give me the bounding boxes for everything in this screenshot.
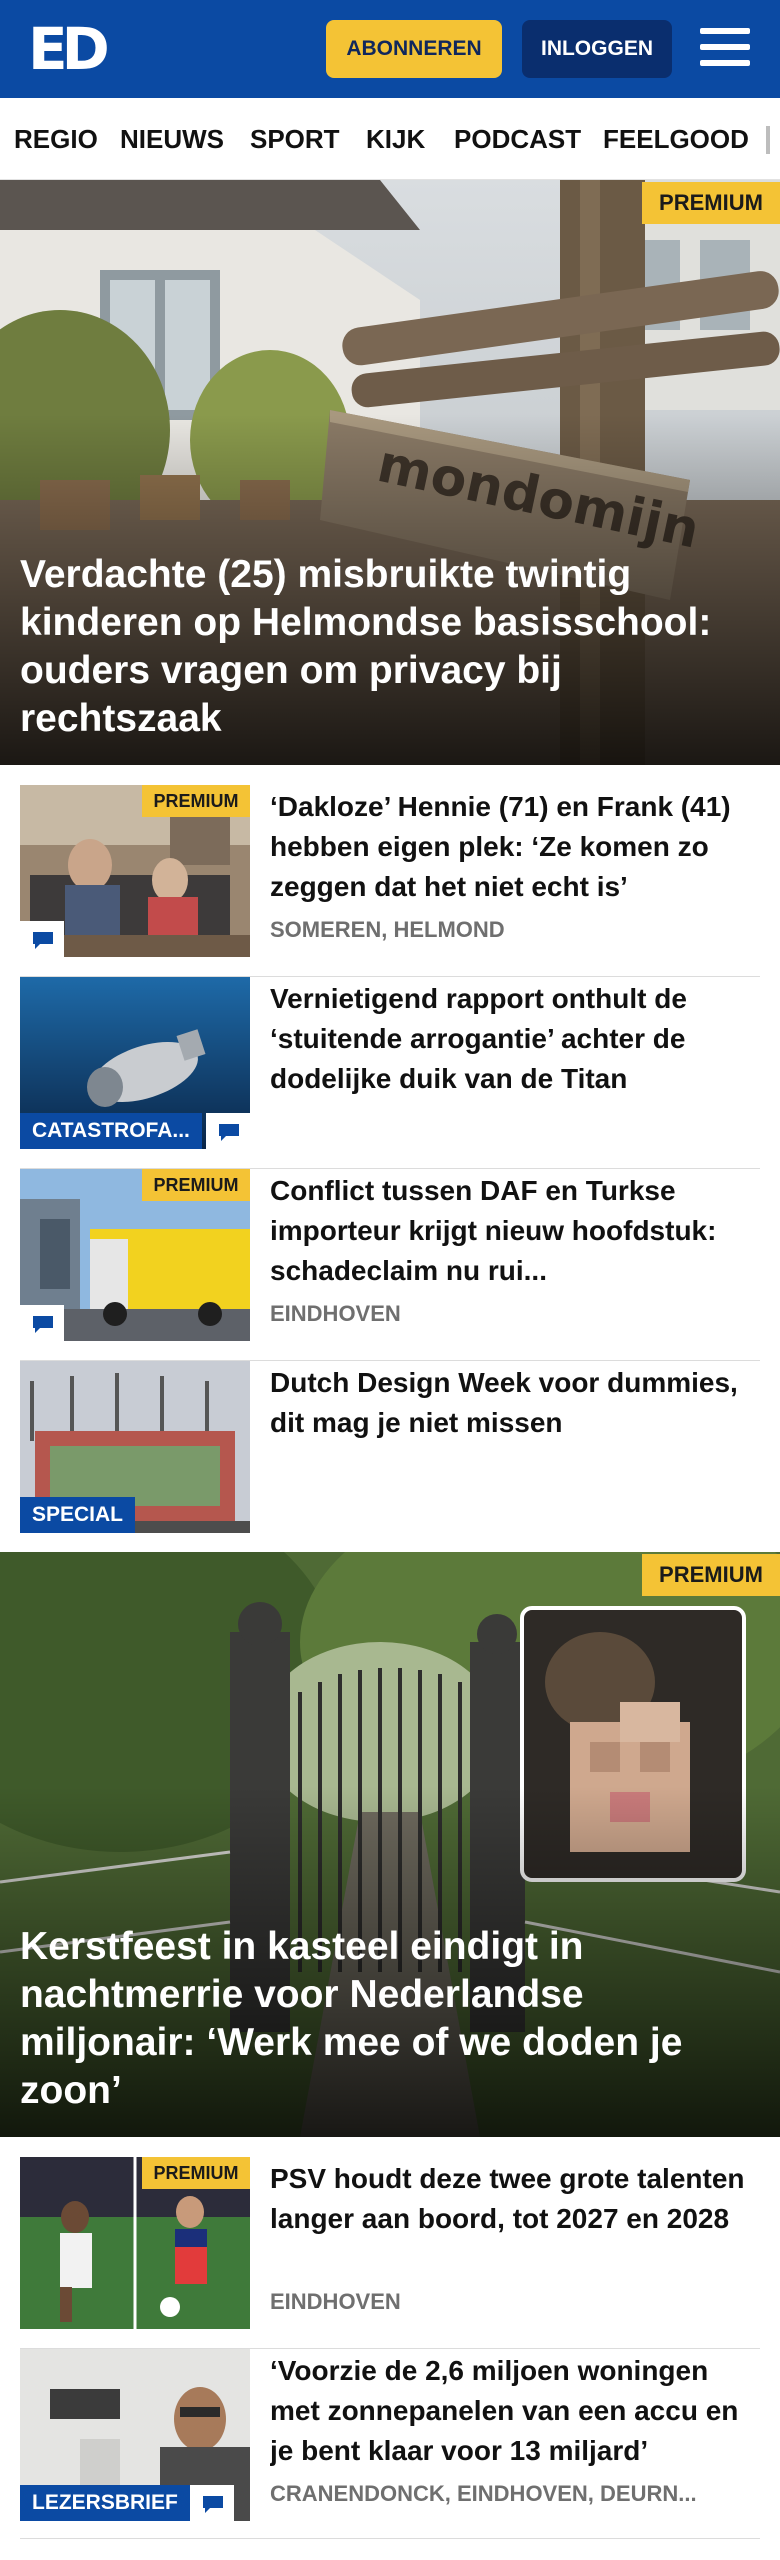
article-5-location: EINDHOVEN	[270, 2289, 401, 2314]
article-1-thumbnail[interactable]: PREMIUM	[20, 785, 250, 957]
article-6-title[interactable]: ‘Voorzie de 2,6 miljoen woningen met zon…	[270, 2351, 760, 2471]
article-3-title[interactable]: Conflict tussen DAF en Turkse importeur …	[270, 1171, 760, 1291]
category-label: CATASTROFA...	[20, 1113, 202, 1149]
article-3-location: EINDHOVEN	[270, 1301, 401, 1326]
article-row-3[interactable]: PREMIUM Conflict tussen DAF en Turkse im…	[20, 1169, 760, 1361]
article-4-title[interactable]: Dutch Design Week voor dummies, dit mag …	[270, 1363, 760, 1443]
premium-badge: PREMIUM	[142, 785, 250, 817]
article-row-6[interactable]: LEZERSBRIEF ‘Voorzie de 2,6 miljoen woni…	[20, 2349, 760, 2539]
premium-badge: PREMIUM	[642, 1554, 780, 1596]
hero-1-title[interactable]: Verdachte (25) misbruikte twintig kinder…	[20, 551, 750, 743]
nav-item-podcast[interactable]: PODCAST	[454, 124, 581, 155]
ed-logo[interactable]: ED	[28, 18, 110, 80]
article-3-thumbnail[interactable]: PREMIUM	[20, 1169, 250, 1341]
hamburger-menu-icon[interactable]	[698, 24, 752, 72]
article-2-thumbnail[interactable]: CATASTROFA...	[20, 977, 250, 1149]
article-row-5[interactable]: PREMIUM PSV houdt deze twee grote talent…	[20, 2157, 760, 2349]
article-5-thumbnail[interactable]: PREMIUM	[20, 2157, 250, 2329]
article-2-title[interactable]: Vernietigend rapport onthult de ‘stuiten…	[270, 979, 760, 1099]
comment-bubble-icon	[20, 1305, 64, 1341]
article-1-title[interactable]: ‘Dakloze’ Hennie (71) en Frank (41) hebb…	[270, 787, 760, 907]
nav-item-sport[interactable]: SPORT	[250, 124, 340, 155]
top-header: ED ABONNEREN INLOGGEN	[0, 0, 780, 98]
article-4-thumbnail[interactable]: SPECIAL	[20, 1361, 250, 1533]
section-nav: REGIO NIEUWS SPORT KIJK PODCAST FEELGOOD	[0, 98, 780, 180]
premium-badge: PREMIUM	[142, 2157, 250, 2189]
hero-article-2[interactable]: PREMIUM Kerstfeest in kasteel eindigt in…	[0, 1552, 780, 2137]
nav-overflow-indicator	[766, 126, 770, 154]
article-5-title[interactable]: PSV houdt deze twee grote talenten lange…	[270, 2159, 760, 2239]
premium-badge: PREMIUM	[642, 182, 780, 224]
category-label: LEZERSBRIEF	[20, 2485, 190, 2521]
article-row-1[interactable]: PREMIUM ‘Dakloze’ Hennie (71) en Frank (…	[20, 785, 760, 977]
hero-article-1[interactable]: mondomijn PREMIUM Verdachte (25) misbrui…	[0, 180, 780, 765]
article-row-4[interactable]: SPECIAL Dutch Design Week voor dummies, …	[20, 1361, 760, 1553]
premium-badge: PREMIUM	[142, 1169, 250, 1201]
article-6-thumbnail[interactable]: LEZERSBRIEF	[20, 2349, 250, 2521]
login-button[interactable]: INLOGGEN	[522, 20, 672, 78]
comment-bubble-icon	[190, 2485, 234, 2521]
nav-item-feelgood[interactable]: FEELGOOD	[603, 124, 749, 155]
nav-item-nieuws[interactable]: NIEUWS	[120, 124, 224, 155]
category-label: SPECIAL	[20, 1497, 136, 1533]
hero-2-title[interactable]: Kerstfeest in kasteel eindigt in nachtme…	[20, 1923, 750, 2115]
nav-item-regio[interactable]: REGIO	[14, 124, 98, 155]
article-6-location: CRANENDONCK, EINDHOVEN, DEURN...	[270, 2481, 697, 2506]
article-1-location: SOMEREN, HELMOND	[270, 917, 505, 942]
nav-item-kijk[interactable]: KIJK	[366, 124, 425, 155]
article-row-2[interactable]: CATASTROFA... Vernietigend rapport onthu…	[20, 977, 760, 1169]
comment-bubble-icon	[206, 1113, 250, 1149]
comment-bubble-icon	[20, 921, 64, 957]
subscribe-button[interactable]: ABONNEREN	[326, 20, 502, 78]
